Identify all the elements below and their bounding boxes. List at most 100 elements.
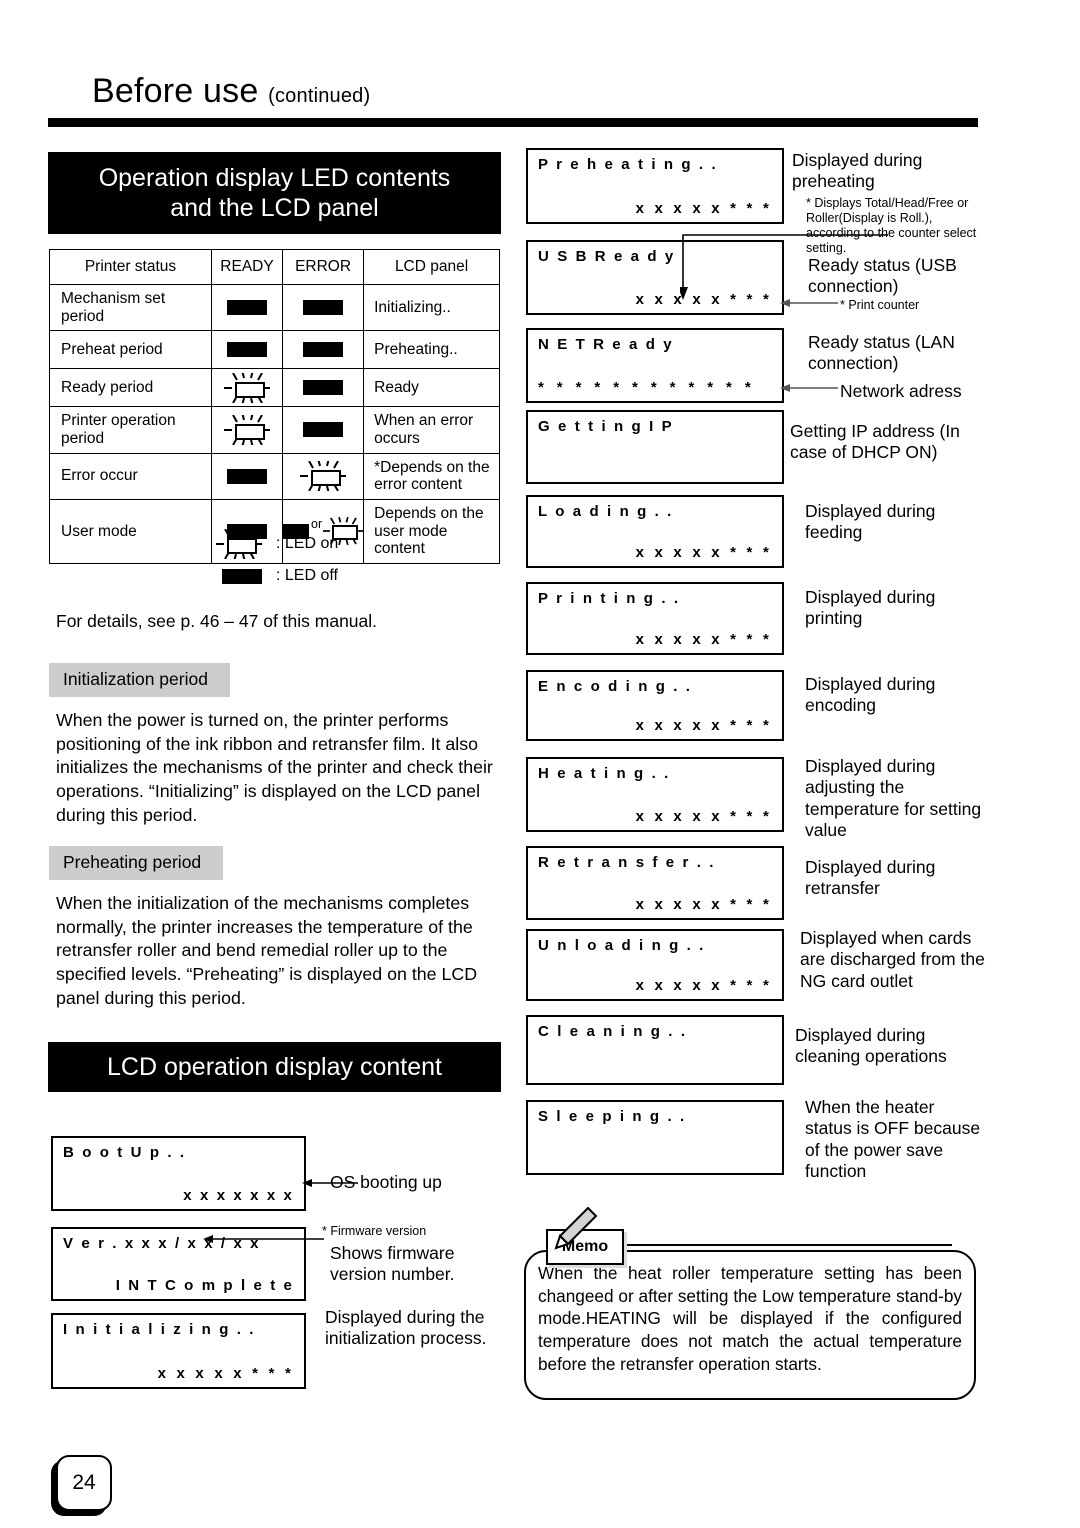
subheading-initialization-period: Initialization period bbox=[49, 663, 230, 697]
cell-printer-status: Error occur bbox=[49, 452, 212, 500]
lcd-line2: x x x x x * * * bbox=[635, 200, 772, 217]
lcd-panel-net-ready: N E T R e a d y * * * * * * * * * * * * bbox=[526, 328, 784, 403]
cell-error-led bbox=[281, 330, 365, 370]
note-print-counter: * Print counter bbox=[840, 298, 920, 312]
details-reference-note: For details, see p. 46 – 47 of this manu… bbox=[56, 611, 378, 631]
lcd-line1: P r i n t i n g . . bbox=[538, 590, 681, 607]
cell-printer-status: Preheat period bbox=[49, 330, 212, 370]
lcd-line2: x x x x x * * * bbox=[635, 896, 772, 913]
lcd-panel-loading: L o a d i n g . . x x x x x * * * bbox=[526, 495, 784, 568]
column-header-ready: READY bbox=[211, 249, 283, 285]
section-heading-line1: Operation display LED contents bbox=[98, 163, 451, 192]
caption-cleaning: Displayed during cleaning operations bbox=[795, 1025, 947, 1067]
page-title: Before use (continued) bbox=[92, 72, 370, 111]
lcd-line2: x x x x x * * * bbox=[635, 631, 772, 648]
caption-net-ready: Ready status (LAN connection) bbox=[808, 332, 955, 374]
led-on-icon bbox=[224, 372, 270, 403]
memo-text: When the heat roller temperature setting… bbox=[538, 1263, 962, 1374]
caption-boot-up: OS booting up bbox=[330, 1172, 442, 1192]
subheading-preheating-period: Preheating period bbox=[49, 846, 224, 880]
table-row: Printer operation period When an error o… bbox=[49, 406, 500, 454]
caption-printing: Displayed during printing bbox=[805, 587, 936, 629]
led-on-icon bbox=[224, 414, 270, 445]
cell-lcd-panel: Preheating.. bbox=[363, 330, 500, 370]
lcd-line1: H e a t i n g . . bbox=[538, 765, 671, 782]
column-header-printer-status: Printer status bbox=[49, 249, 212, 285]
lcd-line2: * * * * * * * * * * * * bbox=[538, 379, 756, 396]
caption-encoding: Displayed during encoding bbox=[805, 674, 936, 716]
lcd-line2: x x x x x * * * bbox=[635, 717, 772, 734]
lcd-panel-preheating: P r e h e a t i n g . . x x x x x * * * bbox=[526, 148, 784, 224]
led-off-icon bbox=[303, 342, 344, 358]
caption-loading: Displayed during feeding bbox=[805, 501, 936, 543]
cell-printer-status: Printer operation period bbox=[49, 406, 212, 454]
cell-error-led bbox=[281, 406, 365, 454]
caption-sleeping: When the heater status is OFF because of… bbox=[805, 1097, 981, 1182]
caption-usb-ready: Ready status (USB connection) bbox=[808, 255, 957, 297]
section-heading-lcd-content: LCD operation display content bbox=[48, 1042, 501, 1092]
led-on-glyph bbox=[216, 529, 262, 559]
table-row: Mechanism set period Initializing.. bbox=[49, 283, 500, 332]
legend-label-led-off: : LED off bbox=[276, 567, 338, 584]
legend-row-led-off: : LED off bbox=[196, 560, 338, 592]
lcd-panel-heating: H e a t i n g . . x x x x x * * * bbox=[526, 757, 784, 832]
cell-ready-led bbox=[211, 283, 283, 332]
lcd-line2: x x x x x x x bbox=[183, 1187, 294, 1204]
callout-arrow-version bbox=[203, 1235, 324, 1243]
paragraph-initialization: When the power is turned on, the printer… bbox=[56, 710, 493, 825]
lcd-line1: E n c o d i n g . . bbox=[538, 678, 693, 695]
cell-lcd-panel: Initializing.. bbox=[363, 283, 500, 332]
caption-unloading: Displayed when cards are discharged from… bbox=[800, 928, 985, 991]
led-off-icon bbox=[227, 468, 267, 484]
page-number: 24 bbox=[56, 1455, 112, 1511]
lcd-line1: G e t t i n g I P bbox=[538, 418, 674, 435]
cell-error-led bbox=[281, 452, 365, 500]
led-legend: : LED on : LED off bbox=[196, 528, 338, 592]
cell-lcd-panel: *Depends on the error content bbox=[363, 452, 500, 500]
led-off-icon bbox=[196, 568, 262, 584]
cell-lcd-panel: Depends on the user mode content bbox=[363, 498, 500, 564]
lcd-line1: R e t r a n s f e r . . bbox=[538, 854, 716, 871]
led-body bbox=[235, 381, 265, 398]
legend-row-led-on: : LED on bbox=[196, 528, 338, 560]
lcd-line1: S l e e p i n g . . bbox=[538, 1108, 687, 1125]
column-header-error: ERROR bbox=[281, 249, 365, 285]
led-off-icon bbox=[303, 300, 344, 316]
cell-error-led bbox=[281, 283, 365, 332]
led-status-table: Printer status READY ERROR LCD panel Mec… bbox=[49, 249, 500, 564]
label-network-address: Network adress bbox=[840, 381, 962, 401]
led-body bbox=[311, 470, 342, 487]
section-heading-led-panel: Operation display LED contents and the L… bbox=[48, 152, 501, 234]
table-row: Preheat period Preheating.. bbox=[49, 330, 500, 370]
led-on-icon bbox=[196, 529, 262, 559]
column-header-lcd-panel: LCD panel bbox=[363, 249, 500, 285]
cell-error-led bbox=[281, 368, 365, 408]
lcd-panel-encoding: E n c o d i n g . . x x x x x * * * bbox=[526, 670, 784, 741]
table-row: Error occur *Depends on the error conten… bbox=[49, 452, 500, 500]
led-off-icon bbox=[303, 380, 344, 396]
led-off-icon bbox=[227, 300, 267, 316]
lcd-line1: N E T R e a d y bbox=[538, 336, 674, 353]
table-header-row: Printer status READY ERROR LCD panel bbox=[49, 249, 500, 285]
led-off-icon bbox=[303, 422, 344, 438]
lcd-panel-sleeping: S l e e p i n g . . bbox=[526, 1100, 784, 1175]
caption-heating: Displayed during adjusting the temperatu… bbox=[805, 756, 982, 841]
section-heading-line2: and the LCD panel bbox=[170, 194, 379, 222]
lcd-line1: C l e a n i n g . . bbox=[538, 1023, 688, 1040]
callout-arrow-network-address bbox=[780, 384, 838, 392]
lcd-line2: x x x x x * * * bbox=[635, 808, 772, 825]
lcd-panel-printing: P r i n t i n g . . x x x x x * * * bbox=[526, 582, 784, 655]
cell-ready-led bbox=[211, 330, 283, 370]
led-body bbox=[227, 538, 257, 554]
caption-version: Shows firmware version number. bbox=[330, 1243, 455, 1285]
lcd-line1: B o o t U p . . bbox=[63, 1144, 187, 1161]
caption-preheating: Displayed during preheating bbox=[792, 150, 923, 192]
note-firmware-version: * Firmware version bbox=[322, 1224, 427, 1238]
cell-printer-status: Mechanism set period bbox=[49, 283, 212, 332]
memo-divider-line bbox=[622, 1244, 952, 1247]
lcd-panel-unloading: U n l o a d i n g . . x x x x x * * * bbox=[526, 929, 784, 1001]
lcd-panel-initializing: I n i t i a l i z i n g . . x x x x x * … bbox=[51, 1313, 306, 1389]
caption-getting-ip: Getting IP address (In case of DHCP ON) bbox=[790, 421, 960, 463]
manual-page: Before use (continued) Operation display… bbox=[0, 0, 1080, 1528]
paragraph-preheating: When the initialization of the mechanism… bbox=[56, 893, 478, 1008]
